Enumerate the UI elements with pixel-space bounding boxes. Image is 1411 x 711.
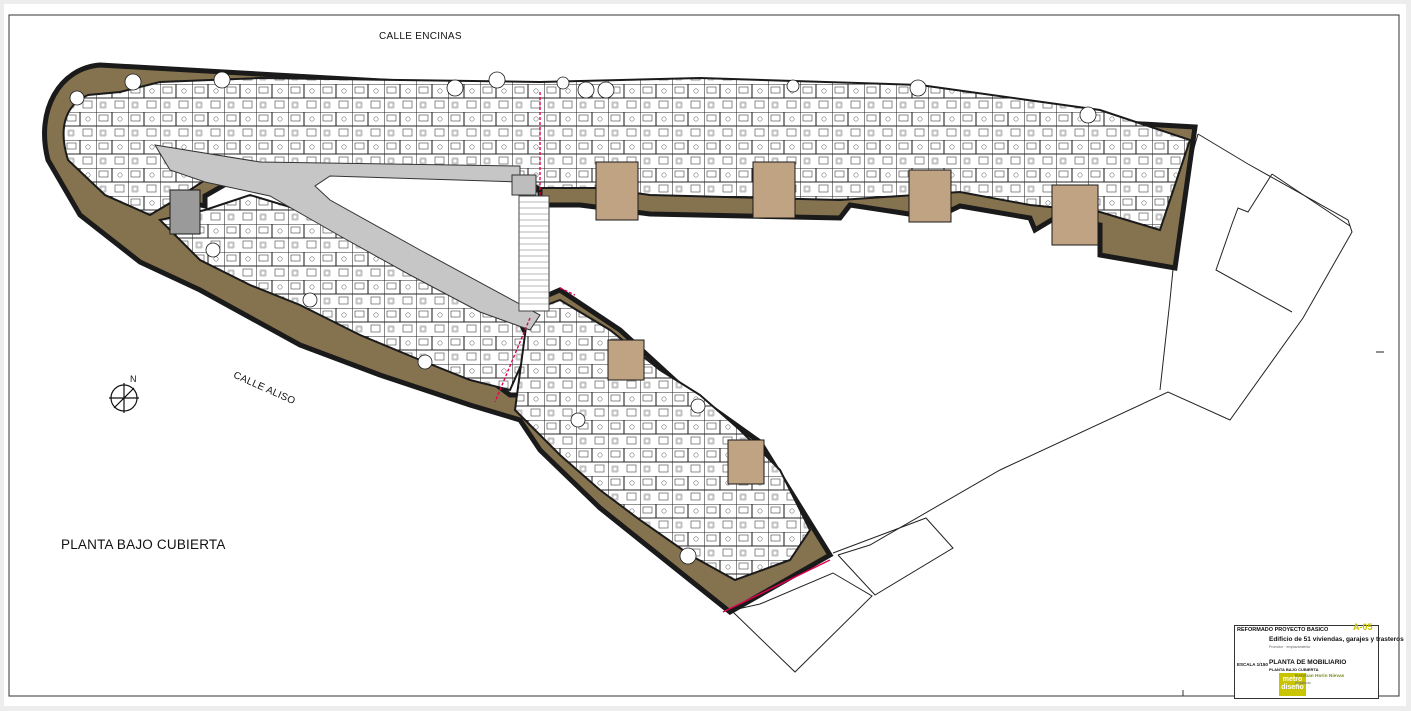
floor-plan-sheet [4,4,1406,706]
title-block-plan-title: PLANTA DE MOBILIARIO [1269,659,1347,666]
title-block: REFORMADO PROYECTO BASICO A-05 Edificio … [1234,622,1404,699]
title-block-role: Arquitecto [1295,681,1311,685]
logo-line-2: diseño [1281,684,1304,691]
title-block-doc-type: REFORMADO PROYECTO BASICO [1237,627,1329,633]
north-letter: N [130,374,137,384]
title-block-architect: Esteban Horin Nievas [1295,674,1345,679]
title-block-scale: ESCALA 1/150 [1237,662,1268,667]
title-block-project-title: Edificio de 51 viviendas, garajes y tras… [1269,636,1404,643]
title-block-sub-info: Promotor · emplazamiento [1269,645,1311,649]
title-block-plan-subtitle: PLANTA BAJO CUBIERTA [1269,667,1319,672]
plan-title: PLANTA BAJO CUBIERTA [61,537,226,552]
title-block-sheet-code: A-05 [1353,622,1373,632]
street-label-top: CALLE ENCINAS [379,31,462,42]
